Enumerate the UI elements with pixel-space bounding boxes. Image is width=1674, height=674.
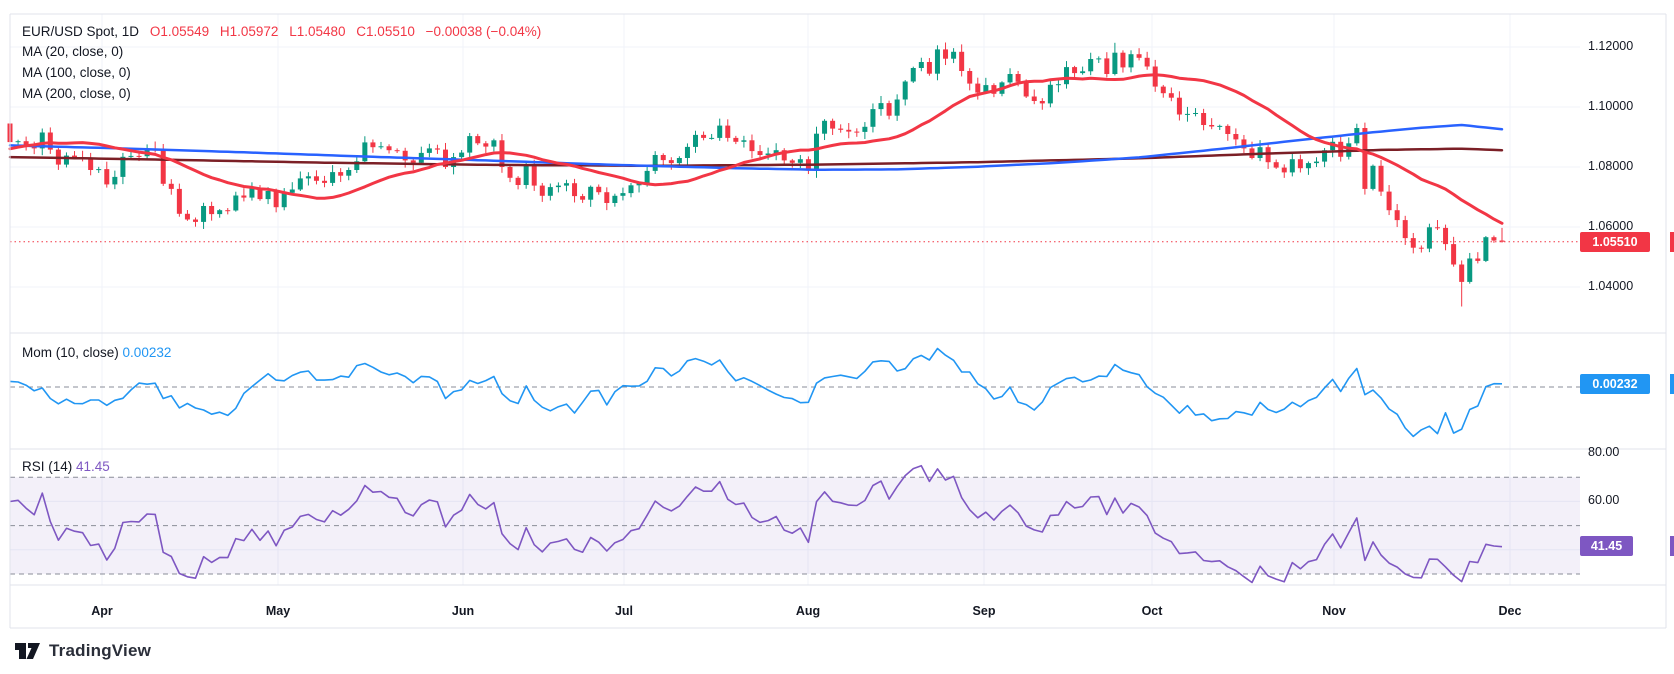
current-price-badge: 1.05510 xyxy=(1580,232,1650,252)
ohlc-high: H1.05972 xyxy=(219,24,279,39)
rsi-legend-label[interactable]: RSI (14) xyxy=(22,459,72,474)
rsi-tick-label: 60.00 xyxy=(1588,493,1620,508)
rsi-legend-value: 41.45 xyxy=(76,459,110,474)
tradingview-chart-window: EUR/USD Spot, 1D O1.05549 H1.05972 L1.05… xyxy=(0,0,1674,674)
time-tick-label: Dec xyxy=(1498,604,1522,618)
time-tick-label: Sep xyxy=(972,604,996,618)
ma100-legend[interactable]: MA (100, close, 0) xyxy=(22,65,131,80)
ohlc-change: −0.00038 (−0.04%) xyxy=(425,24,542,39)
momentum-legend-label[interactable]: Mom (10, close) xyxy=(22,345,119,360)
ma20-legend[interactable]: MA (20, close, 0) xyxy=(22,44,123,59)
time-tick-label: Jul xyxy=(614,604,634,618)
price-tick-label: 1.06000 xyxy=(1588,219,1634,233)
momentum-legend-value: 0.00232 xyxy=(122,345,172,360)
price-tick-label: 1.10000 xyxy=(1588,99,1634,113)
momentum-value-badge: 0.00232 xyxy=(1580,374,1650,394)
time-tick-label: Jun xyxy=(451,604,475,618)
symbol-title[interactable]: EUR/USD Spot, 1D xyxy=(22,24,139,39)
momentum-legend[interactable]: Mom (10, close) 0.00232 xyxy=(22,345,171,360)
price-tick-label: 1.12000 xyxy=(1588,39,1634,53)
ohlc-low: L1.05480 xyxy=(289,24,346,39)
price-tick-label: 1.08000 xyxy=(1588,159,1634,173)
time-tick-label: Apr xyxy=(91,604,113,618)
time-tick-label: Aug xyxy=(795,604,821,618)
price-chart-canvas[interactable] xyxy=(0,0,1674,674)
rsi-legend[interactable]: RSI (14) 41.45 xyxy=(22,459,110,474)
symbol-legend[interactable]: EUR/USD Spot, 1D O1.05549 H1.05972 L1.05… xyxy=(22,24,541,39)
rsi-tick-label: 80.00 xyxy=(1588,445,1620,459)
price-tick-label: 1.04000 xyxy=(1588,279,1634,293)
ohlc-open: O1.05549 xyxy=(149,24,210,39)
ma200-legend[interactable]: MA (200, close, 0) xyxy=(22,86,131,101)
time-tick-label: May xyxy=(265,604,291,618)
tradingview-logo-text: TradingView xyxy=(49,641,152,660)
tradingview-logo-icon xyxy=(15,643,40,659)
time-tick-label: Nov xyxy=(1322,604,1346,618)
rsi-value-badge: 41.45 xyxy=(1580,536,1633,556)
time-tick-label: Oct xyxy=(1141,604,1163,618)
tradingview-logo[interactable]: TradingView xyxy=(14,640,151,662)
ohlc-close: C1.05510 xyxy=(356,24,415,39)
